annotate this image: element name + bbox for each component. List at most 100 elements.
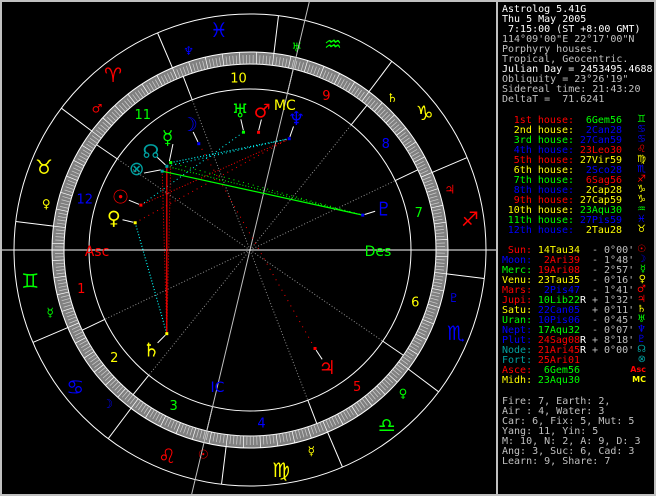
planet-speed: + 0°00' <box>592 345 635 356</box>
sign-ruler-icon: ☿ <box>47 305 54 319</box>
info-panel: Astrolog 5.41G Thu 5 May 2005 7:15:00 (ST… <box>496 2 654 494</box>
planet-leader-line <box>143 169 161 174</box>
house-cusp-dotted <box>249 249 384 342</box>
house-number: 11 <box>135 108 152 123</box>
house-cusp-list: 1st house: 6Gem56 ♊ 2nd house: 2Can28 ♋ 3rd … <box>502 115 652 236</box>
planet-marker <box>287 137 291 141</box>
planet-icon: ♇ <box>375 199 392 221</box>
planet-icon: ♂ <box>254 101 271 123</box>
zodiac-sign-icon: ♈ <box>104 63 122 87</box>
sign-boundary <box>407 368 439 393</box>
sign-boundary <box>368 61 393 93</box>
ic-label: IC <box>211 380 225 396</box>
planet-label: Midh: <box>502 375 533 386</box>
aspect-line <box>166 165 363 216</box>
sign-ruler-icon: ☽ <box>102 397 113 411</box>
zodiac-sign-icon: ♐ <box>461 207 479 231</box>
sign-boundary <box>446 273 485 279</box>
planet-marker <box>165 332 169 336</box>
planet-marker <box>160 169 164 173</box>
house-cusp-line <box>182 76 193 100</box>
planet-icon: ♄ <box>143 339 160 361</box>
planet-speed <box>586 375 592 386</box>
house-cusp-line <box>350 105 368 126</box>
house-cusp-dotted <box>249 249 309 401</box>
sign-ruler-icon: ♀ <box>42 197 51 211</box>
planet-icon: MC <box>632 375 646 384</box>
house-cusp-line <box>132 374 150 395</box>
sign-boundary <box>32 327 69 343</box>
element-stats: Fire: 7, Earth: 2, Air : 4, Water: 3 Car: … <box>502 397 640 467</box>
house-number: 3 <box>170 399 178 414</box>
chart-wheel: ♈♂♉♀♊☿♋☽♌ ☉♍☿♎♀♏♇♐♃♑♄♒♅♓♆123456789101112A… <box>2 2 496 494</box>
planet-marker <box>197 142 201 146</box>
planet-leader-line <box>122 219 134 223</box>
planet-icon: Asc <box>630 365 646 374</box>
planet-icon: ⊗ <box>637 354 646 365</box>
aspect-line <box>198 143 316 349</box>
aspect-line <box>161 171 168 334</box>
sign-boundary <box>15 221 54 227</box>
house-row: 12th house: 2Tau28 ♉ <box>502 224 652 236</box>
sign-ruler-icon: ♆ <box>183 44 194 58</box>
house-number: 5 <box>353 380 361 395</box>
sign-boundary <box>327 431 343 468</box>
zodiac-sign-icon: ♉ <box>35 155 53 179</box>
sign-ruler-icon: ♇ <box>448 291 459 305</box>
planet-icon: ☉ <box>112 187 129 209</box>
zodiac-sign-icon: ♉ <box>637 224 646 235</box>
planet-icon: ♃ <box>319 357 336 379</box>
sign-boundary <box>221 446 227 485</box>
planet-position: 23Aqu30 <box>537 375 580 386</box>
zodiac-sign-icon: ♓ <box>210 18 228 42</box>
house-cusp-dotted <box>104 249 251 320</box>
sign-boundary <box>273 15 279 54</box>
chart-header: Astrolog 5.41G Thu 5 May 2005 7:15:00 (ST… <box>502 5 653 105</box>
zodiac-sign-icon: ♌ <box>158 444 176 468</box>
zodiac-sign-icon: ♏ <box>447 321 465 345</box>
house-cusp-line <box>96 144 118 160</box>
sign-boundary <box>61 107 93 132</box>
planet-icon: ☿ <box>162 127 174 149</box>
planet-marker <box>169 161 173 165</box>
house-number: 2 <box>110 351 118 366</box>
stat-line: Learn: 9, Share: 7 <box>502 456 611 467</box>
house-label: 12th house: <box>507 225 574 236</box>
zodiac-sign-icon: ♋ <box>66 375 84 399</box>
des-label: Des <box>365 244 392 260</box>
planet-marker <box>361 213 365 217</box>
sign-ruler-icon: ♄ <box>387 91 398 105</box>
asc-label: Asc <box>85 244 110 260</box>
house-number: 6 <box>411 295 419 310</box>
sign-boundary <box>107 407 132 439</box>
house-number: 4 <box>257 417 265 432</box>
planet-icon: ♀ <box>107 208 121 230</box>
planet-marker <box>313 346 317 350</box>
mc-ic-axis <box>191 2 310 494</box>
house-cusp-value: 2Tau28 <box>579 225 622 236</box>
planet-position-list: Sun: 14Tau34 - 0°00' ☉ Moon: 2Ari39 - 1°48'… <box>502 245 652 386</box>
house-cusp-line <box>81 318 105 331</box>
zodiac-sign-icon: ♑ <box>416 101 434 125</box>
house-cusp-line <box>395 169 419 182</box>
house-number: 8 <box>382 137 390 152</box>
planet-icon: ⊗ <box>129 158 145 180</box>
sign-ruler-icon: ☿ <box>308 444 315 458</box>
house-number: 10 <box>230 71 247 86</box>
zodiac-sign-icon: ♎ <box>378 413 396 437</box>
house-number: 7 <box>415 206 423 221</box>
sign-ruler-icon: ♂ <box>92 102 103 116</box>
house-number: 12 <box>76 193 93 208</box>
astrolog-window: ♈ ♂ ♉ ♀ ♊ ☿ ♋ ☽ ♌ ☉ ♍ ☿ ♎ ♀ ♏ ♇ ♐ ♃ ♑ ♄ ♒ ♅ ♓ ♆ 1 2 3 4 5 6 7 8 9 10 11 12 A… <box>0 0 656 496</box>
planet-marker <box>133 221 137 225</box>
house-cusp-line <box>382 340 404 356</box>
planet-leader-line <box>128 199 140 205</box>
planet-icon: ☽ <box>181 114 198 136</box>
planet-marker <box>241 130 245 134</box>
planet-icon: ♅ <box>232 100 249 122</box>
house-number: 1 <box>77 282 85 297</box>
aspect-line <box>170 162 363 216</box>
house-number: 9 <box>322 89 330 104</box>
header-line: DeltaT = 71.6241 <box>502 94 605 105</box>
zodiac-sign-icon: ♒ <box>324 32 342 56</box>
